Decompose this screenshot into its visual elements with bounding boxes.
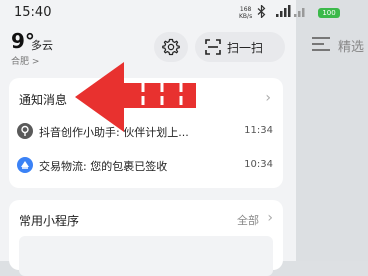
mini-programs-title: 常用小程序 [19,214,80,228]
scan-label: 扫一扫 [227,40,264,55]
hamburger-icon[interactable] [312,37,330,51]
notification-item[interactable]: 抖音创作小助手: 伙伴计划上... 11:34 [9,119,283,143]
scan-button[interactable]: 扫一扫 [195,32,285,62]
signal-icon [276,5,305,17]
network-speed-value: 168 [239,6,252,13]
douyin-icon [17,123,33,139]
background-app-label: 精选 [338,40,365,55]
network-speed: 168 KB/s [239,6,252,20]
battery-level: 100 [322,9,336,17]
notification-time: 11:34 [244,125,273,136]
settings-button[interactable] [154,32,188,62]
battery-icon: 100 [318,8,340,18]
chevron-right-icon[interactable]: › [265,90,271,106]
notification-drawer: 9° 多云 合肥 > 扫一扫 通知消息 › 抖音创作小助手: 伙伴计划上... … [0,0,296,276]
notification-time: 10:34 [244,159,273,170]
network-speed-unit: KB/s [239,13,253,20]
weather-condition: 多云 [31,39,53,52]
status-bar: 15:40 168 KB/s 100 [0,0,368,24]
notification-card: 通知消息 › 抖音创作小助手: 伙伴计划上... 11:34 交易物流: 您的包… [9,78,283,188]
gear-icon [162,38,180,56]
mini-programs-card: 常用小程序 全部 › [9,200,283,276]
mini-programs-content [19,236,273,276]
status-time: 15:40 [14,5,52,20]
notification-card-title: 通知消息 [19,93,68,107]
logistics-icon [17,157,33,173]
chevron-right-icon[interactable]: › [267,210,273,226]
mini-programs-all-link[interactable]: 全部 [237,212,259,228]
notification-text: 抖音创作小助手: 伙伴计划上... [39,126,189,139]
notification-text: 交易物流: 您的包裹已签收 [39,160,168,173]
notification-item[interactable]: 交易物流: 您的包裹已签收 10:34 [9,153,283,177]
location-link[interactable]: 合肥 > [11,54,39,67]
scan-icon [205,39,221,55]
bluetooth-icon [257,5,266,18]
